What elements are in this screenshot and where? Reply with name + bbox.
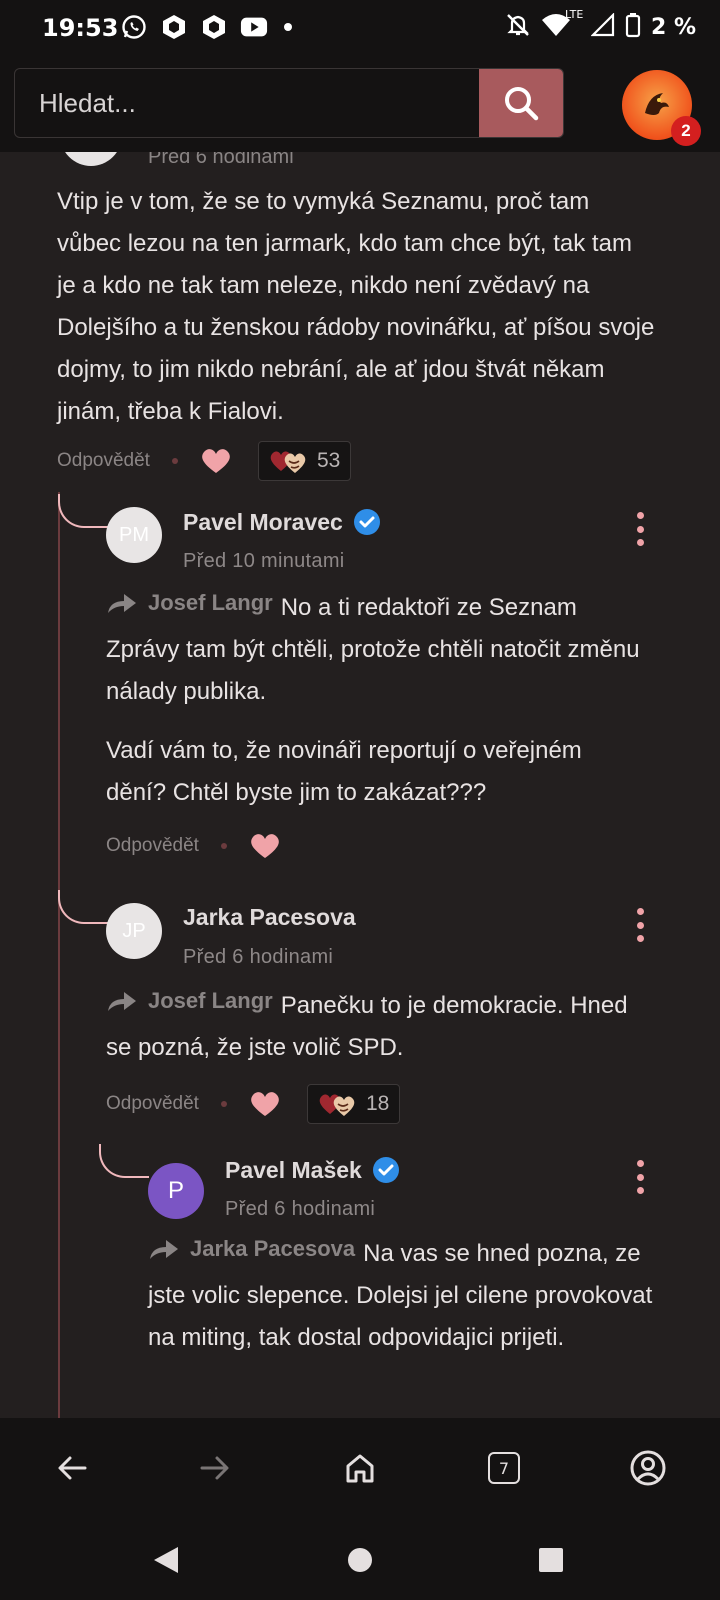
comment-body: Josef Langr Panečku to je demokracie. Hn… [106, 980, 646, 1069]
author-name: Pavel Mašek [225, 1156, 362, 1183]
reply-button[interactable]: Odpovědět [106, 1093, 199, 1115]
avatar[interactable]: JP [106, 903, 162, 959]
more-options-icon[interactable] [630, 512, 650, 546]
separator-dot [220, 1101, 227, 1107]
reply-to-tag[interactable]: Jarka Pacesova [148, 1228, 355, 1270]
status-bar: 19:53 LTE 2 % [0, 0, 720, 54]
reactions-counter[interactable]: 18 [306, 1084, 401, 1124]
reaction-hearts-icon [270, 451, 306, 473]
account-icon[interactable] [624, 1444, 672, 1492]
search-icon [505, 87, 539, 121]
verified-badge-icon [372, 1157, 399, 1183]
verified-badge-icon [353, 509, 380, 535]
dot-icon [284, 23, 292, 31]
site-header: 2 [0, 54, 720, 152]
search-input[interactable] [15, 69, 479, 137]
search-box [14, 68, 564, 138]
status-notification-icons [120, 13, 292, 41]
reply-to-name: Josef Langr [148, 590, 273, 615]
status-time: 19:53 [42, 14, 119, 42]
signal-icon [590, 12, 615, 41]
avatar[interactable]: P [148, 1163, 204, 1219]
system-navigation-bar [0, 1518, 720, 1600]
nav-home-icon[interactable] [340, 1540, 380, 1580]
notification-badge[interactable]: 2 [671, 116, 701, 146]
network-type-label: LTE [564, 8, 584, 21]
mute-icon [505, 12, 531, 42]
battery-icon [625, 12, 641, 42]
reaction-count: 53 [316, 449, 341, 472]
app-icon [200, 13, 228, 41]
heart-icon[interactable] [249, 832, 281, 860]
reply-to-name: Jarka Pacesova [190, 1236, 356, 1261]
comment-actions: Odpovědět 18 [106, 1084, 401, 1124]
separator-dot [171, 458, 178, 464]
avatar[interactable]: PM [106, 507, 162, 563]
back-arrow-icon[interactable] [48, 1444, 96, 1492]
browser-toolbar: 7 [0, 1418, 720, 1518]
home-icon[interactable] [336, 1444, 384, 1492]
app-icon [160, 13, 188, 41]
nav-back-icon[interactable] [146, 1540, 186, 1580]
comment-author[interactable]: Pavel Moravec [183, 508, 381, 536]
reply-to-tag[interactable]: Josef Langr [106, 980, 273, 1022]
comment-text: Vtip je v tom, že se to vymyká Seznamu, … [57, 188, 655, 425]
author-name: Jarka Pacesova [183, 904, 356, 930]
thread-line [58, 492, 60, 1418]
author-name: Pavel Moravec [183, 508, 343, 535]
youtube-icon [240, 13, 268, 41]
thread-connector [58, 890, 108, 924]
reply-arrow-icon [150, 1240, 178, 1259]
comment-author[interactable]: Pavel Mašek [225, 1156, 400, 1184]
reactions-counter[interactable]: 53 [257, 441, 352, 481]
reaction-hearts-icon [319, 1094, 355, 1116]
comment-body: Josef Langr No a ti redaktoři ze Seznam … [106, 582, 646, 713]
comment-actions: Odpovědět [106, 832, 281, 860]
more-options-icon[interactable] [630, 908, 650, 942]
reply-arrow-icon [108, 594, 136, 613]
battery-percent: 2 % [650, 14, 696, 40]
separator-dot [220, 843, 227, 849]
reply-button[interactable]: Odpovědět [106, 835, 199, 857]
more-options-icon[interactable] [630, 1160, 650, 1194]
comment-author[interactable]: Jarka Pacesova [183, 904, 356, 931]
reply-to-name: Josef Langr [148, 988, 273, 1013]
nav-recents-icon[interactable] [531, 1540, 571, 1580]
comment-text: Vadí vám to, že novináři reportují o veř… [106, 737, 582, 806]
comment-body: Jarka Pacesova Na vas se hned pozna, ze … [148, 1228, 658, 1359]
comments-section: Před 6 hodinami Vtip je v tom, že se to … [0, 152, 720, 1418]
forward-arrow-icon[interactable] [191, 1444, 239, 1492]
comment-time: Před 10 minutami [183, 550, 345, 572]
search-button[interactable] [479, 69, 563, 137]
reply-to-tag[interactable]: Josef Langr [106, 582, 273, 624]
comment-time: Před 6 hodinami [225, 1198, 376, 1220]
whatsapp-icon [120, 13, 148, 41]
thread-connector [99, 1144, 149, 1178]
heart-icon[interactable] [200, 447, 232, 475]
reaction-count: 18 [365, 1092, 390, 1115]
comment-time: Před 6 hodinami [183, 946, 334, 968]
thread-connector [58, 494, 108, 528]
comment-time: Před 6 hodinami [148, 152, 294, 168]
tabs-icon[interactable]: 7 [480, 1444, 528, 1492]
heart-icon[interactable] [249, 1090, 281, 1118]
reply-arrow-icon [108, 992, 136, 1011]
status-system-icons: LTE 2 % [505, 8, 696, 42]
comment-actions: Odpovědět 53 [57, 441, 352, 481]
dragon-logo-icon [645, 93, 669, 115]
reply-button[interactable]: Odpovědět [57, 450, 150, 472]
wifi-icon: LTE [541, 8, 583, 42]
tab-count: 7 [488, 1452, 520, 1484]
avatar [60, 152, 122, 166]
